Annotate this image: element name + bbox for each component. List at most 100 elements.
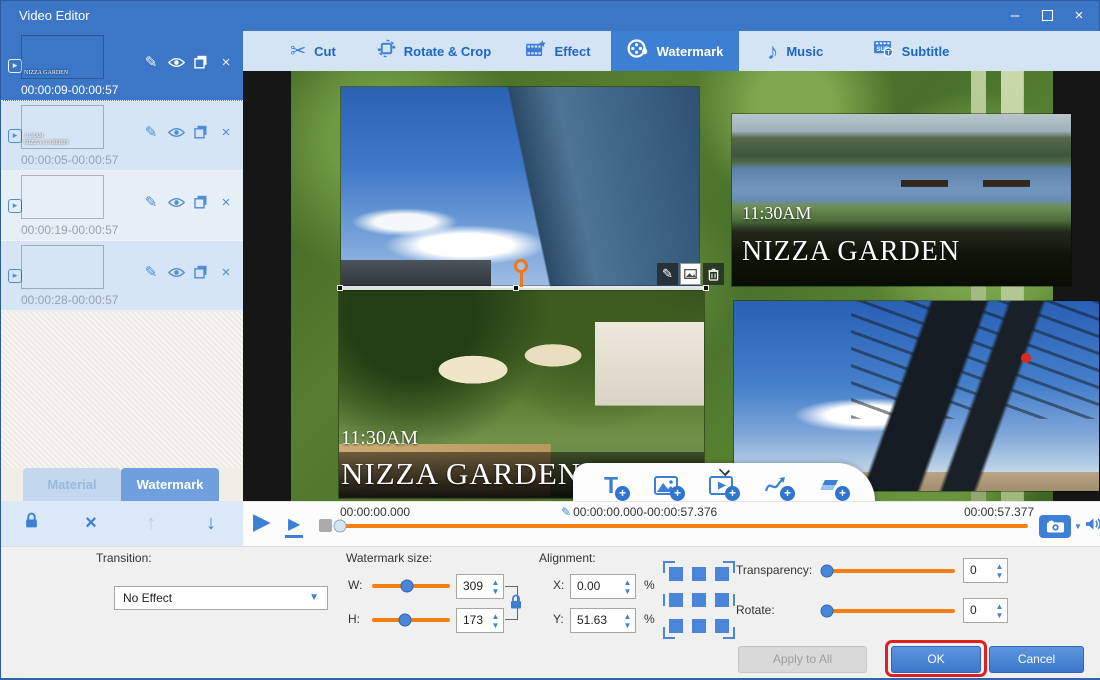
delete-clip-icon[interactable]: ×: [217, 193, 235, 211]
spin-up-icon[interactable]: ▲: [992, 602, 1007, 611]
tab-material[interactable]: Material: [23, 468, 121, 501]
rotate-slider-handle[interactable]: [820, 605, 833, 618]
timeline-handle[interactable]: [334, 520, 347, 533]
minimize-button[interactable]: –: [1003, 5, 1027, 27]
x-spinner[interactable]: 0.00 ▲▼: [570, 574, 636, 599]
edit-clip-icon[interactable]: ✎: [142, 53, 160, 71]
maximize-button[interactable]: [1035, 5, 1059, 27]
add-image-watermark-button[interactable]: +: [646, 471, 686, 499]
edit-clip-icon[interactable]: ✎: [142, 193, 160, 211]
clip-item-3[interactable]: ▸ ✎ × 00:00:19-00:00:57: [1, 171, 243, 241]
spin-down-icon[interactable]: ▼: [992, 611, 1007, 620]
tab-watermark[interactable]: Watermark: [121, 468, 219, 501]
timeline-slider[interactable]: [340, 524, 1028, 528]
y-spinner[interactable]: 51.63 ▲▼: [570, 608, 636, 633]
preview-video-skyscraper[interactable]: [341, 87, 699, 288]
move-down-icon[interactable]: ↓: [181, 512, 241, 535]
spin-down-icon[interactable]: ▼: [992, 571, 1007, 580]
height-spinner[interactable]: 173 ▲▼: [456, 608, 504, 633]
align-middle-center[interactable]: [692, 593, 706, 607]
edit-clip-icon[interactable]: ✎: [142, 123, 160, 141]
add-text-watermark-button[interactable]: T +: [591, 471, 631, 499]
resize-handle-left[interactable]: [337, 285, 343, 291]
duplicate-clip-icon[interactable]: [192, 53, 210, 71]
add-shape-watermark-button[interactable]: +: [811, 471, 851, 499]
resize-handle-right[interactable]: [703, 285, 709, 291]
aspect-lock-icon[interactable]: [509, 594, 523, 615]
edit-time-icon[interactable]: ✎: [561, 505, 571, 519]
tab-watermark-active[interactable]: Watermark: [611, 31, 739, 71]
align-bottom-right[interactable]: [715, 619, 729, 633]
delete-clip-icon[interactable]: ×: [217, 123, 235, 141]
delete-clip-icon[interactable]: ×: [217, 53, 235, 71]
snapshot-dropdown-icon[interactable]: ▼: [1074, 522, 1082, 531]
lock-icon[interactable]: [1, 512, 61, 535]
clip-thumbnail-garden[interactable]: NIZZA GARDEN: [21, 35, 104, 79]
volume-icon[interactable]: [1085, 517, 1100, 536]
spin-down-icon[interactable]: ▼: [488, 621, 503, 630]
duplicate-clip-icon[interactable]: [192, 263, 210, 281]
transition-select[interactable]: No Effect ▼: [114, 586, 328, 610]
spin-down-icon[interactable]: ▼: [488, 587, 503, 596]
duplicate-clip-icon[interactable]: [192, 193, 210, 211]
add-video-watermark-button[interactable]: +: [701, 471, 741, 499]
tab-rotate-crop[interactable]: Rotate & Crop: [361, 31, 507, 71]
tab-cut[interactable]: ✂ Cut: [267, 31, 359, 71]
play-button[interactable]: ▶: [253, 508, 271, 535]
preview-clip-icon[interactable]: [167, 53, 185, 71]
clip-thumbnail-bridge[interactable]: [21, 245, 104, 289]
clip-item-4[interactable]: ▸ ✎ × 00:00:28-00:00:57: [1, 241, 243, 311]
preview-clip-icon[interactable]: [167, 263, 185, 281]
align-top-left[interactable]: [669, 567, 683, 581]
clip-thumbnail-river[interactable]: 11:30AM NIZZA GARDEN: [21, 105, 104, 149]
spin-up-icon[interactable]: ▲: [992, 562, 1007, 571]
align-middle-left[interactable]: [669, 593, 683, 607]
align-top-right[interactable]: [715, 567, 729, 581]
duplicate-clip-icon[interactable]: [192, 123, 210, 141]
apply-to-all-button[interactable]: Apply to All: [738, 646, 867, 673]
spin-up-icon[interactable]: ▲: [620, 578, 635, 587]
align-bottom-center[interactable]: [692, 619, 706, 633]
align-middle-right[interactable]: [715, 593, 729, 607]
close-button[interactable]: ×: [1067, 5, 1091, 27]
tab-music[interactable]: ♪ Music: [743, 31, 847, 71]
width-spinner[interactable]: 309 ▲▼: [456, 574, 504, 599]
move-up-icon[interactable]: ↑: [121, 512, 181, 535]
height-slider-handle[interactable]: [398, 614, 411, 627]
delete-clip-icon[interactable]: ×: [217, 263, 235, 281]
snapshot-button[interactable]: [1039, 515, 1071, 538]
preview-video-river[interactable]: 11:30AM NIZZA GARDEN: [732, 114, 1071, 286]
transparency-slider-handle[interactable]: [820, 565, 833, 578]
transparency-slider[interactable]: [823, 569, 955, 573]
cancel-button[interactable]: Cancel: [989, 646, 1084, 673]
spin-down-icon[interactable]: ▼: [620, 621, 635, 630]
ok-button[interactable]: OK: [891, 646, 981, 673]
remove-watermark-icon[interactable]: ×: [61, 512, 121, 535]
spin-up-icon[interactable]: ▲: [488, 578, 503, 587]
stop-button[interactable]: [319, 519, 332, 532]
add-doodle-watermark-button[interactable]: +: [756, 471, 796, 499]
width-slider-handle[interactable]: [401, 580, 414, 593]
width-slider[interactable]: [372, 584, 450, 588]
spin-up-icon[interactable]: ▲: [488, 612, 503, 621]
spin-up-icon[interactable]: ▲: [620, 612, 635, 621]
play-selection-button[interactable]: ▶: [285, 514, 303, 538]
align-bottom-left[interactable]: [669, 619, 683, 633]
rotate-slider[interactable]: [823, 609, 955, 613]
clip-item-2[interactable]: ▸ 11:30AM NIZZA GARDEN ✎ × 00:00:05-00:0…: [1, 101, 243, 171]
edit-watermark-icon[interactable]: ✎: [657, 263, 678, 285]
spin-down-icon[interactable]: ▼: [620, 587, 635, 596]
delete-watermark-icon[interactable]: [703, 263, 724, 285]
rotate-spinner[interactable]: 0 ▲▼: [963, 598, 1008, 623]
preview-clip-icon[interactable]: [167, 193, 185, 211]
edit-clip-icon[interactable]: ✎: [142, 263, 160, 281]
transparency-spinner[interactable]: 0 ▲▼: [963, 558, 1008, 583]
align-top-center[interactable]: [692, 567, 706, 581]
clip-item-1[interactable]: ▸ NIZZA GARDEN ✎ × 00:00:09-00:00:57: [1, 31, 243, 101]
height-slider[interactable]: [372, 618, 450, 622]
tab-effect[interactable]: Effect: [509, 31, 607, 71]
tab-subtitle[interactable]: SUBT Subtitle: [851, 31, 971, 71]
image-watermark-icon[interactable]: [680, 263, 701, 285]
preview-clip-icon[interactable]: [167, 123, 185, 141]
rotate-handle[interactable]: [513, 259, 529, 287]
